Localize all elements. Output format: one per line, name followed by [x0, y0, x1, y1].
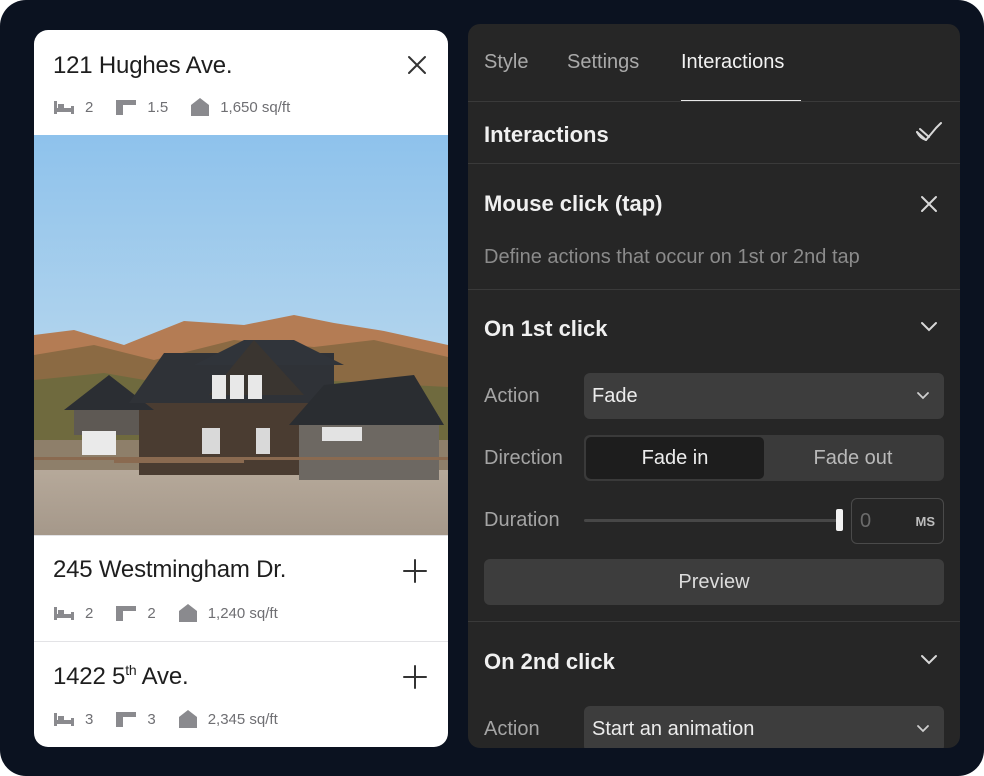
area-value: 1,240 sq/ft: [207, 604, 278, 622]
beds-count: 3: [85, 710, 94, 728]
close-icon[interactable]: [406, 54, 428, 76]
house-icon: [178, 710, 197, 728]
fade-in-option[interactable]: Fade in: [586, 437, 764, 479]
chevron-down-icon[interactable]: [920, 321, 938, 333]
panel-tabs: Style Settings Interactions: [468, 24, 960, 102]
listings-card: 121 Hughes Ave. 2 1.5 1,650 sq/ft 245 We…: [34, 30, 448, 747]
first-click-title: On 1st click: [484, 316, 608, 341]
action-label: Action: [484, 718, 540, 740]
divider: [468, 289, 960, 290]
tab-interactions[interactable]: Interactions: [681, 51, 784, 74]
fade-out-option[interactable]: Fade out: [764, 437, 942, 479]
baths-count: 3: [147, 710, 156, 728]
chevron-down-icon: [917, 392, 929, 400]
bathtub-icon: [116, 100, 137, 115]
action-select-value: Start an animation: [592, 718, 755, 740]
listing-meta: 3 3 2,345 sq/ft: [53, 709, 300, 729]
address-superscript: th: [125, 662, 137, 678]
duration-unit: MS: [915, 514, 936, 529]
house-icon: [178, 604, 197, 622]
beds-count: 2: [85, 604, 94, 622]
duration-slider-handle[interactable]: [836, 509, 843, 531]
area-value: 2,345 sq/ft: [207, 710, 278, 728]
divider: [468, 101, 960, 102]
close-icon[interactable]: [920, 195, 938, 213]
tab-style[interactable]: Style: [484, 51, 528, 74]
house-photo: [34, 135, 448, 535]
duration-input[interactable]: [860, 509, 910, 533]
baths-count: 1.5: [147, 98, 169, 116]
direction-segmented-control: Fade in Fade out: [584, 435, 944, 481]
chevron-down-icon[interactable]: [920, 654, 938, 666]
action-select[interactable]: Fade: [584, 373, 944, 419]
duration-field[interactable]: MS: [851, 498, 944, 544]
address-main: 1422 5: [53, 663, 126, 690]
listing-address: 121 Hughes Ave.: [53, 52, 233, 79]
area-value: 1,650 sq/ft: [220, 98, 291, 116]
divider: [468, 621, 960, 622]
listing-address: 245 Westmingham Dr.: [53, 556, 287, 583]
plus-icon[interactable]: [402, 664, 428, 690]
panel-heading: Interactions: [484, 122, 609, 147]
interactions-panel: Style Settings Interactions Interactions…: [468, 24, 960, 748]
app-frame: 121 Hughes Ave. 2 1.5 1,650 sq/ft 245 We…: [0, 0, 984, 776]
divider: [468, 163, 960, 164]
action-label: Action: [484, 385, 540, 407]
listing-meta: 2 1.5 1,650 sq/ft: [53, 97, 312, 117]
tab-settings[interactable]: Settings: [567, 51, 639, 74]
action-select-value: Fade: [592, 385, 638, 407]
beds-count: 2: [85, 98, 94, 116]
brush-icon[interactable]: [914, 120, 944, 146]
bed-icon: [54, 607, 74, 620]
duration-slider[interactable]: [584, 519, 840, 522]
bed-icon: [54, 101, 74, 114]
chevron-down-icon: [917, 725, 929, 733]
address-tail: Ave.: [136, 663, 189, 690]
second-click-title: On 2nd click: [484, 649, 615, 674]
listing-address: 1422 5th Ave.: [53, 662, 189, 691]
direction-label: Direction: [484, 447, 563, 469]
bathtub-icon: [116, 712, 137, 727]
trigger-description: Define actions that occur on 1st or 2nd …: [484, 246, 860, 268]
plus-icon[interactable]: [402, 558, 428, 584]
listing-meta: 2 2 1,240 sq/ft: [53, 603, 300, 623]
animation-action-select[interactable]: Start an animation: [584, 706, 944, 748]
preview-button[interactable]: Preview: [484, 559, 944, 605]
listing-item[interactable]: 1422 5th Ave. 3 3 2,345 sq/ft: [34, 642, 448, 747]
listing-item[interactable]: 121 Hughes Ave. 2 1.5 1,650 sq/ft: [34, 30, 448, 135]
baths-count: 2: [147, 604, 156, 622]
house-icon: [191, 98, 210, 116]
listing-item[interactable]: 245 Westmingham Dr. 2 2 1,240 sq/ft: [34, 536, 448, 641]
bed-icon: [54, 713, 74, 726]
trigger-title: Mouse click (tap): [484, 191, 663, 216]
bathtub-icon: [116, 606, 137, 621]
duration-label: Duration: [484, 509, 560, 531]
